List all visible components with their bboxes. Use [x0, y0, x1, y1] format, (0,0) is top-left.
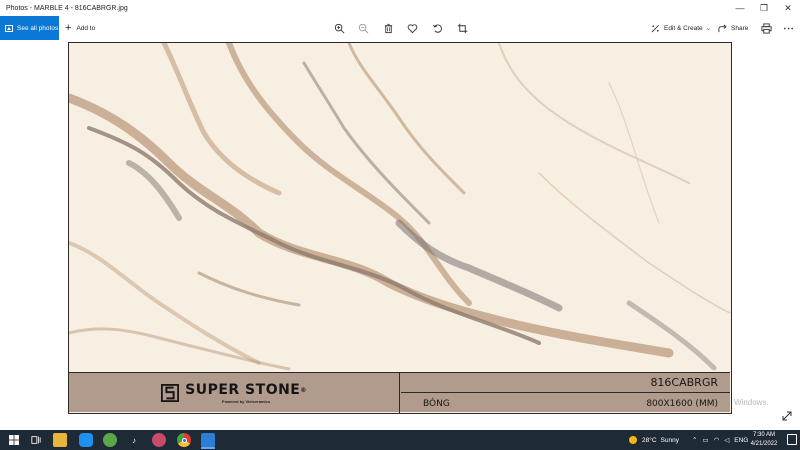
task-view-icon: [31, 436, 41, 444]
share-label: Share: [731, 24, 749, 32]
more-options-button[interactable]: [781, 21, 795, 35]
share-icon: [718, 24, 727, 32]
notification-center-icon[interactable]: [787, 434, 797, 445]
zoom-out-icon: [358, 23, 368, 33]
photos-app-window: Photos - MARBLE 4 - 816CABRGR.jpg — ❐ ✕ …: [0, 0, 800, 450]
see-all-photos-button[interactable]: See all photos: [0, 16, 59, 40]
size-text: 800X1600 (MM): [646, 398, 718, 409]
task-view-button[interactable]: [29, 433, 43, 447]
active-app-indicator: [201, 447, 215, 449]
rotate-button[interactable]: [430, 21, 444, 35]
full-screen-icon[interactable]: [781, 410, 793, 422]
sun-icon: [629, 436, 637, 444]
add-to-button[interactable]: + Add to: [65, 16, 95, 40]
photos-taskbar-button[interactable]: [201, 433, 215, 447]
zalo-button[interactable]: [79, 433, 93, 447]
close-button[interactable]: ✕: [776, 0, 800, 16]
chevron-down-icon: ⌄: [705, 25, 712, 32]
weather-widget[interactable]: 28°C Sunny: [629, 433, 679, 447]
image-viewer[interactable]: SUPER STONE® Powered by Vietceramics 816…: [0, 40, 800, 430]
battery-icon[interactable]: ▭: [702, 436, 708, 444]
brand-name-text: SUPER STONE: [185, 381, 301, 398]
paint-button[interactable]: [152, 433, 166, 447]
super-stone-logo-icon: [161, 384, 180, 402]
product-label-strip: SUPER STONE® Powered by Vietceramics 816…: [69, 372, 730, 413]
zoom-in-button[interactable]: [332, 21, 346, 35]
finish-size-row: BÓNG 800X1600 (MM): [401, 394, 730, 413]
wifi-icon[interactable]: ◠: [714, 436, 720, 444]
zoom-in-icon: [334, 23, 344, 33]
edit-create-label: Edit & Create: [664, 24, 703, 32]
windows-logo-icon: [9, 435, 19, 445]
powered-by-text: Powered by Vietceramics: [221, 398, 271, 404]
crop-button[interactable]: [455, 21, 469, 35]
weather-temp: 28°C: [642, 436, 657, 444]
activation-watermark: Windows.: [734, 398, 769, 407]
more-icon: [783, 27, 793, 29]
favorite-button[interactable]: [405, 21, 419, 35]
windows-taskbar: ♪ 28°C Sunny ⌃ ▭ ◠ ◁ ENG 7:30 AM 4/21/20…: [0, 430, 800, 450]
tiktok-icon: ♪: [132, 435, 136, 445]
coccoc-button[interactable]: [103, 433, 117, 447]
photos-gallery-icon: [5, 24, 13, 32]
registered-mark: ®: [300, 386, 307, 394]
weather-text: Sunny: [660, 436, 679, 444]
marble-texture-image: [69, 43, 730, 372]
rotate-icon: [432, 24, 442, 33]
edit-create-button[interactable]: Edit & Create ⌄: [651, 16, 712, 40]
marble-tile-photo: SUPER STONE® Powered by Vietceramics 816…: [68, 42, 732, 414]
clock-time: 7:30 AM: [752, 432, 775, 438]
start-button[interactable]: [7, 433, 21, 447]
maximize-button[interactable]: ❐: [752, 0, 776, 16]
chevron-up-icon[interactable]: ⌃: [692, 436, 697, 444]
window-title: Photos - MARBLE 4 - 816CABRGR.jpg: [6, 4, 128, 12]
title-bar: Photos - MARBLE 4 - 816CABRGR.jpg — ❐ ✕: [0, 0, 800, 16]
clock[interactable]: 7:30 AM 4/21/2022: [744, 431, 784, 449]
product-code: 816CABRGR: [401, 373, 730, 393]
edit-create-icon: [651, 24, 659, 32]
tiktok-button[interactable]: ♪: [127, 433, 141, 447]
clock-date: 4/21/2022: [750, 441, 778, 447]
brand-logo-cell: SUPER STONE® Powered by Vietceramics: [69, 373, 400, 413]
share-button[interactable]: Share: [718, 16, 748, 40]
favorite-icon: [407, 23, 417, 33]
finish-text: BÓNG: [423, 398, 450, 409]
plus-icon: +: [65, 21, 72, 34]
add-to-label: Add to: [76, 24, 96, 32]
chrome-button[interactable]: [177, 433, 191, 447]
volume-icon[interactable]: ◁: [724, 436, 729, 444]
zoom-out-button[interactable]: [356, 21, 370, 35]
crop-icon: [457, 23, 467, 33]
delete-button[interactable]: [381, 21, 395, 35]
file-explorer-button[interactable]: [53, 433, 67, 447]
chrome-icon: [181, 437, 187, 443]
print-button[interactable]: [759, 21, 773, 35]
see-all-photos-label: See all photos: [17, 24, 59, 32]
photo-toolbar: See all photos + Add to Edit & Create ⌄: [0, 16, 800, 40]
brand-name: SUPER STONE®: [185, 381, 307, 398]
print-icon: [760, 22, 772, 34]
brand-block: SUPER STONE® Powered by Vietceramics: [185, 381, 307, 404]
minimize-button[interactable]: —: [728, 0, 752, 16]
delete-icon: [384, 23, 392, 33]
